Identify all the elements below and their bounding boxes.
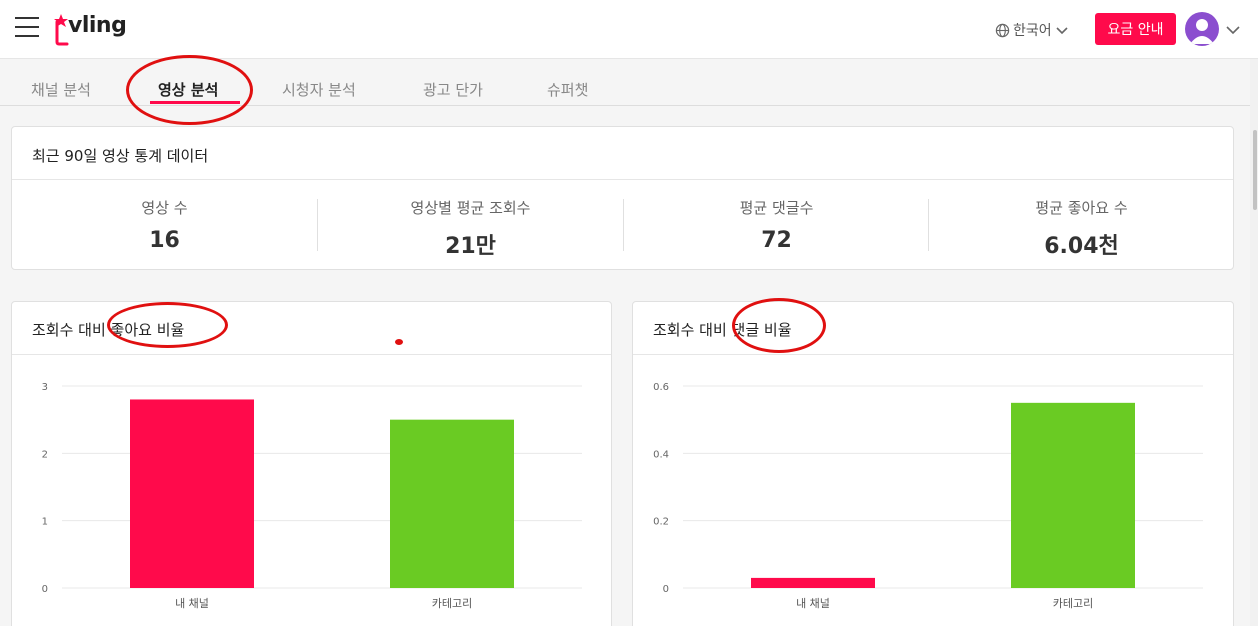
stat-value: 6.04천 [1044,234,1119,259]
user-avatar-icon [1190,19,1214,44]
pricing-button[interactable]: 요금 안내 [1095,13,1176,45]
stat-value: 21만 [445,234,496,259]
likes-ratio-card: 조회수 대비 좋아요 비율 0 1 2 3 내 채널 카테고리 [11,301,612,626]
annotation-dot [395,339,403,345]
chart-bar [130,399,254,588]
y-tick-label: 0.2 [653,517,669,528]
chart-bar [1011,402,1135,588]
stat-value: 72 [761,228,792,253]
stats-card-title: 최근 90일 영상 통계 데이터 [32,147,209,165]
stat-value: 16 [149,228,180,253]
globe-icon [995,23,1010,37]
y-tick-label: 2 [42,449,48,460]
likes-ratio-chart: 0 1 2 3 내 채널 카테고리 [42,382,582,610]
x-tick-label: 카테고리 [1053,597,1093,610]
y-tick-label: 0.6 [653,382,669,393]
y-tick-label: 3 [42,382,48,393]
y-tick-label: 0.4 [653,449,669,460]
stat-label: 영상별 평균 조회수 [410,199,531,217]
tab-channel-analysis[interactable]: 채널 분석 [31,79,91,100]
analysis-tabs: 채널 분석 영상 분석 시청자 분석 광고 단가 슈퍼챗 [0,60,1250,106]
comments-ratio-chart: 0 0.2 0.4 0.6 내 채널 카테고리 [653,382,1203,610]
y-tick-label: 0 [42,584,48,595]
user-avatar[interactable] [1185,12,1219,46]
top-header: vling 한국어 요금 안내 [0,0,1258,59]
stat-video-count: 영상 수 16 [12,197,317,253]
chart-title: 조회수 대비 댓글 비율 [653,321,792,339]
stat-avg-views: 영상별 평균 조회수 21만 [318,197,623,260]
active-tab-indicator [150,101,240,104]
logo-text[interactable]: vling [68,13,127,38]
divider [633,354,1233,355]
chart-title: 조회수 대비 좋아요 비율 [32,321,185,339]
tab-superchat[interactable]: 슈퍼챗 [547,79,588,100]
video-stats-card: 최근 90일 영상 통계 데이터 영상 수 16 영상별 평균 조회수 21만 … [11,126,1234,270]
hamburger-menu-icon[interactable] [15,17,39,39]
stat-label: 평균 좋아요 수 [1035,199,1128,217]
x-tick-label: 카테고리 [432,597,472,610]
scrollbar-thumb[interactable] [1253,130,1257,210]
language-label: 한국어 [1013,23,1052,39]
stat-avg-likes: 평균 좋아요 수 6.04천 [929,197,1234,260]
comments-ratio-card: 조회수 대비 댓글 비율 0 0.2 0.4 0.6 내 채널 카테고리 [632,301,1234,626]
language-selector[interactable]: 한국어 [995,20,1069,40]
chevron-down-icon [1056,27,1068,35]
y-tick-label: 0 [663,584,669,595]
divider [12,179,1233,180]
x-tick-label: 내 채널 [796,597,830,610]
tab-video-analysis[interactable]: 영상 분석 [158,79,218,100]
chart-bar [751,577,875,588]
divider [12,354,611,355]
stat-label: 평균 댓글수 [739,199,814,217]
chevron-down-icon[interactable] [1225,22,1241,38]
tab-viewer-analysis[interactable]: 시청자 분석 [282,79,356,100]
chart-bar [390,419,514,588]
y-tick-label: 1 [42,517,48,528]
x-tick-label: 내 채널 [175,597,209,610]
stat-avg-comments: 평균 댓글수 72 [624,197,929,253]
tab-ad-pricing[interactable]: 광고 단가 [423,79,483,100]
stat-label: 영상 수 [141,199,188,217]
